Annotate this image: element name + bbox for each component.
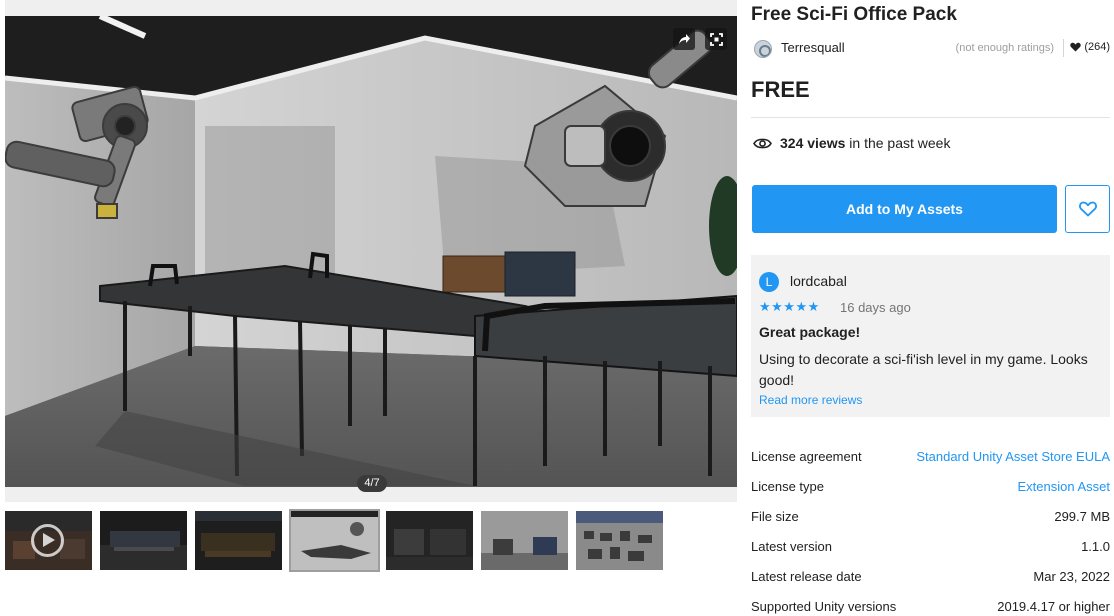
favorites-count-value: (264) [1084,41,1110,53]
detail-value[interactable]: Standard Unity Asset Store EULA [916,449,1110,464]
scene-illustration [5,16,737,487]
views-suffix: in the past week [849,135,951,151]
share-button[interactable] [673,28,695,50]
views-count: 324 views [780,135,846,151]
publisher-row: Terresquall (not enough ratings) (264) [751,38,1110,60]
thumbnail-5[interactable] [386,511,473,570]
fullscreen-button[interactable] [705,28,727,50]
thumbnail-image [100,511,187,570]
fullscreen-icon [709,32,723,46]
review-stars: ★★★★★ [759,299,820,314]
detail-row: File size 299.7 MB [751,502,1110,532]
thumbnail-video[interactable] [5,511,92,570]
thumbnail-2[interactable] [100,511,187,570]
detail-row: License agreement Standard Unity Asset S… [751,442,1110,472]
divider [1063,39,1064,57]
detail-value[interactable]: Extension Asset [1018,479,1111,494]
divider [751,117,1110,118]
favorite-button[interactable] [1065,185,1110,233]
eye-icon [753,138,772,148]
thumbnail-image [481,511,568,570]
publisher-name[interactable]: Terresquall [781,40,845,55]
thumbnail-image [291,511,378,570]
detail-value: Mar 23, 2022 [1033,569,1110,584]
detail-label: File size [751,509,799,524]
thumbnail-image [576,511,663,570]
weekly-views: 324 views in the past week [753,135,950,151]
play-triangle [43,533,55,547]
detail-row: Latest version 1.1.0 [751,532,1110,562]
review-headline: Great package! [759,324,861,340]
reviewer-name[interactable]: lordcabal [790,273,847,289]
heart-icon [1070,42,1082,52]
favorites-count[interactable]: (264) [1070,41,1110,53]
add-to-my-assets-button[interactable]: Add to My Assets [752,185,1057,233]
ratings-note[interactable]: (not enough ratings) [956,42,1054,54]
product-title: Free Sci-Fi Office Pack [751,4,957,25]
detail-label: Latest version [751,539,832,554]
main-screenshot[interactable] [5,16,737,487]
heart-outline-icon [1078,201,1097,217]
detail-value: 2019.4.17 or higher [997,599,1110,614]
review-body: Using to decorate a sci-fi'ish level in … [759,351,1088,388]
thumbnail-4-active[interactable] [289,509,380,572]
thumbnail-image [195,511,282,570]
product-panel: Free Sci-Fi Office Pack Terresquall (not… [751,0,1110,616]
detail-row: License type Extension Asset [751,472,1110,502]
read-more-reviews-link[interactable]: Read more reviews [759,393,862,407]
detail-row: Supported Unity versions 2019.4.17 or hi… [751,592,1110,616]
reviewer-avatar[interactable]: L [759,272,779,292]
detail-label: License agreement [751,449,862,464]
detail-label: Supported Unity versions [751,599,897,614]
thumbnail-7[interactable] [576,511,663,570]
detail-value: 299.7 MB [1054,509,1110,524]
thumbnail-3[interactable] [195,511,282,570]
review-date: 16 days ago [840,300,911,315]
publisher-avatar[interactable] [754,40,772,58]
share-icon [678,34,690,44]
detail-row: Latest release date Mar 23, 2022 [751,562,1110,592]
price: FREE [751,77,810,102]
image-counter: 4/7 [357,475,387,492]
thumbnail-6[interactable] [481,511,568,570]
thumbnail-image [386,511,473,570]
detail-value: 1.1.0 [1081,539,1110,554]
detail-label: Latest release date [751,569,862,584]
review-card: L lordcabal ★★★★★ 16 days ago Great pack… [751,255,1110,417]
media-viewer: 4/7 [5,0,737,502]
detail-label: License type [751,479,824,494]
